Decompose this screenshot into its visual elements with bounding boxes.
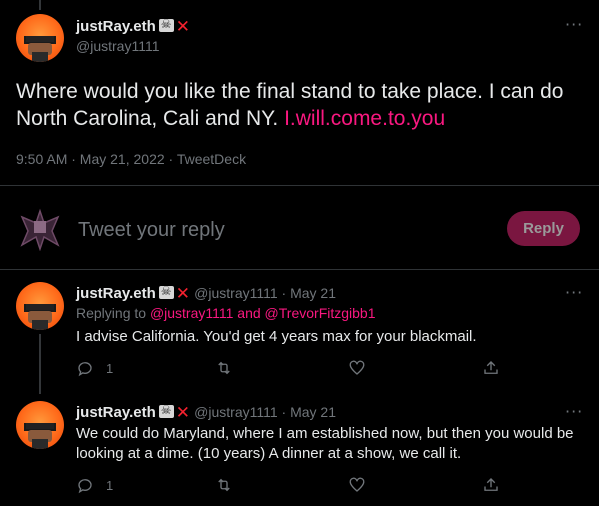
share-action[interactable] bbox=[482, 476, 500, 494]
reply-author-line: justRay.eth ✕ @justray1111 · May 21 bbox=[76, 284, 336, 304]
share-icon bbox=[484, 361, 498, 374]
retweet-action[interactable] bbox=[215, 359, 233, 377]
reply-meta[interactable]: @justray1111 · May 21 bbox=[194, 285, 336, 301]
avatar[interactable] bbox=[16, 282, 64, 330]
reply-count: 1 bbox=[106, 477, 114, 493]
skull-crossbones-icon bbox=[158, 17, 174, 32]
like-icon bbox=[349, 360, 365, 375]
thread-connector bbox=[39, 334, 41, 394]
skull-crossbones-icon bbox=[158, 284, 174, 299]
like-action[interactable] bbox=[348, 359, 366, 377]
share-icon bbox=[484, 478, 498, 491]
cross-mark-icon: ✕ bbox=[175, 17, 190, 37]
reply-text: We could do Maryland, where I am establi… bbox=[76, 425, 574, 462]
replying-to: Replying to @justray1111 and @TrevorFitz… bbox=[76, 305, 376, 321]
avatar-image bbox=[24, 304, 56, 330]
avatar-image bbox=[24, 36, 56, 62]
more-icon[interactable]: ··· bbox=[565, 15, 583, 34]
reply-count: 1 bbox=[106, 360, 114, 376]
reply-input[interactable]: Tweet your reply bbox=[78, 219, 225, 242]
cross-mark-icon: ✕ bbox=[175, 403, 190, 423]
display-name[interactable]: justRay.eth bbox=[76, 285, 156, 302]
replying-to-handles[interactable]: @justray1111 and @TrevorFitzgibb1 bbox=[150, 305, 376, 321]
divider bbox=[0, 269, 599, 270]
divider bbox=[0, 185, 599, 186]
retweet-action[interactable] bbox=[215, 476, 233, 494]
cross-mark-icon: ✕ bbox=[175, 284, 190, 304]
skull-crossbones-icon bbox=[158, 403, 174, 418]
replying-to-prefix: Replying to bbox=[76, 305, 150, 321]
more-icon[interactable]: ··· bbox=[565, 283, 583, 302]
avatar[interactable] bbox=[16, 401, 64, 449]
retweet-icon bbox=[218, 361, 230, 375]
handle[interactable]: @justray1111 bbox=[76, 38, 159, 54]
thread-connector-top bbox=[39, 0, 41, 10]
reply-button[interactable]: Reply bbox=[507, 211, 580, 246]
reply-icon bbox=[78, 479, 92, 494]
author-line: justRay.eth ✕ bbox=[76, 17, 190, 37]
reply-action[interactable]: 1 bbox=[76, 359, 113, 377]
reply-action[interactable]: 1 bbox=[76, 476, 113, 494]
reply-meta[interactable]: @justray1111 · May 21 bbox=[194, 404, 336, 420]
reply-icon bbox=[78, 362, 92, 377]
tweet-text: Where would you like the final stand to … bbox=[16, 78, 576, 132]
like-action[interactable] bbox=[348, 476, 366, 494]
tweet-timestamp[interactable]: 9:50 AM · May 21, 2022 · TweetDeck bbox=[16, 151, 246, 167]
reply-author-line: justRay.eth ✕ @justray1111 · May 21 bbox=[76, 403, 336, 423]
more-icon[interactable]: ··· bbox=[565, 402, 583, 421]
like-icon bbox=[349, 477, 365, 492]
display-name[interactable]: justRay.eth bbox=[76, 404, 156, 421]
display-name[interactable]: justRay.eth bbox=[76, 18, 156, 35]
avatar-image bbox=[24, 423, 56, 449]
composer-avatar bbox=[16, 203, 64, 252]
reply-text: I advise California. You'd get 4 years m… bbox=[76, 328, 477, 345]
share-action[interactable] bbox=[482, 359, 500, 377]
avatar[interactable] bbox=[16, 14, 64, 62]
retweet-icon bbox=[218, 478, 230, 492]
tweet-link[interactable]: I.will.come.to.you bbox=[284, 107, 445, 130]
